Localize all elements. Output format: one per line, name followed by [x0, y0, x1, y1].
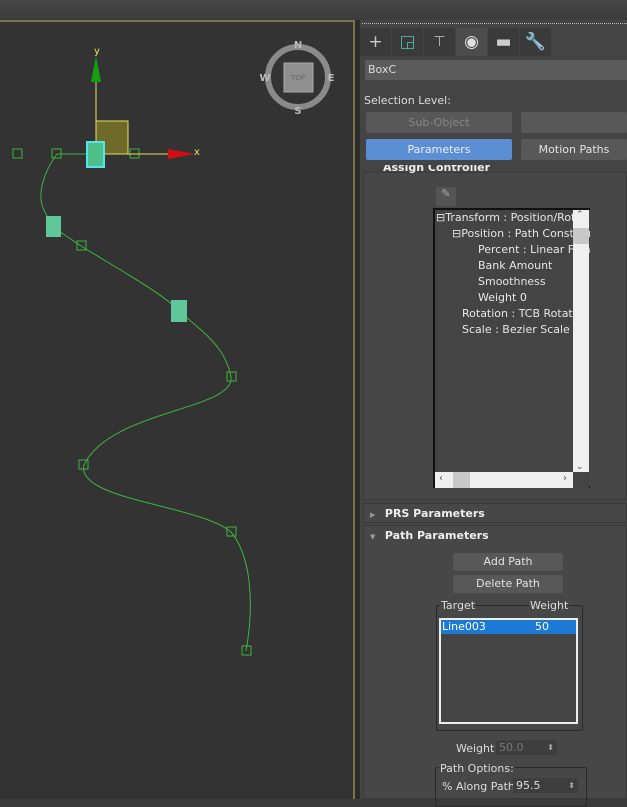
- assign-controller-button[interactable]: ✎: [436, 187, 456, 206]
- tab-create[interactable]: +: [360, 28, 391, 56]
- motion-icon: ◉: [464, 32, 479, 52]
- parameters-button[interactable]: Parameters: [366, 139, 512, 160]
- tree-horizontal-scrollbar[interactable]: ‹ ›: [435, 472, 573, 488]
- sub-object-dropdown[interactable]: [521, 112, 627, 133]
- tree-item[interactable]: ⊟Position : Path Constraint: [452, 227, 590, 240]
- spline-vertex: [226, 526, 237, 537]
- wrench-icon: 🔧: [524, 32, 547, 52]
- tab-motion[interactable]: ◉: [456, 28, 487, 56]
- tab-hierarchy[interactable]: ⊤: [424, 28, 455, 56]
- axis-y-arrow: [91, 56, 101, 82]
- sub-object-button[interactable]: Sub-Object: [366, 112, 512, 133]
- weight-column-header: Weight: [529, 599, 570, 612]
- panel-grip[interactable]: [362, 23, 627, 26]
- expanded-arrow-icon: ▼: [370, 533, 376, 541]
- tree-item[interactable]: Bank Amount: [478, 259, 552, 272]
- scroll-thumb[interactable]: [453, 472, 470, 488]
- tree-item-text: Transform : Position/Rotation/Scale: [445, 211, 590, 224]
- tree-item-text: Position : Path Constraint: [461, 227, 590, 240]
- axis-x-label: x: [194, 147, 200, 158]
- collapsed-arrow-icon: ▶: [370, 511, 376, 519]
- path-parameters-title: Path Parameters: [384, 529, 489, 542]
- prs-parameters-title: PRS Parameters: [384, 507, 485, 520]
- path-options-label: Path Options:: [439, 762, 515, 775]
- viewport-canvas[interactable]: x y TOP N S W E: [0, 0, 353, 799]
- selection-level-label: Selection Level:: [364, 94, 451, 107]
- plus-icon: +: [368, 32, 383, 52]
- along-path-label: % Along Path:: [442, 780, 519, 793]
- tree-item[interactable]: Scale : Bezier Scale: [462, 323, 570, 336]
- svg-text:E: E: [328, 73, 335, 84]
- tree-item[interactable]: Rotation : TCB Rotation: [462, 307, 590, 320]
- spline-vertex: [12, 148, 23, 159]
- selected-box-boxc: [86, 141, 105, 168]
- tab-display[interactable]: ▬: [488, 28, 519, 56]
- scroll-corner: [573, 472, 589, 488]
- svg-text:TOP: TOP: [290, 74, 305, 82]
- motion-paths-button[interactable]: Motion Paths: [521, 139, 627, 160]
- spinner-arrows-icon: ⬍: [547, 743, 554, 752]
- display-icon: ▬: [495, 32, 512, 52]
- tab-utilities[interactable]: 🔧: [520, 28, 551, 56]
- add-path-button[interactable]: Add Path: [453, 553, 563, 571]
- tab-modify[interactable]: ◲: [392, 28, 423, 56]
- tree-item-text: ⊟: [436, 211, 446, 224]
- path-parameters-header[interactable]: ▼ Path Parameters: [364, 526, 626, 542]
- target-list[interactable]: Line003 50: [439, 618, 578, 724]
- list-item[interactable]: Line003 50: [441, 620, 576, 634]
- scroll-thumb[interactable]: [573, 228, 589, 244]
- command-panel: + ◲ ⊤ ◉ ▬ 🔧 BoxC Selection Level: Sub-Ob…: [360, 20, 627, 807]
- delete-path-button[interactable]: Delete Path: [453, 575, 563, 593]
- axis-y-label: y: [94, 46, 100, 57]
- target-weight: 50: [535, 620, 549, 633]
- prs-parameters-rollout[interactable]: ▶ PRS Parameters: [363, 503, 627, 523]
- command-panel-tabs: + ◲ ⊤ ◉ ▬ 🔧: [360, 28, 551, 56]
- box-object: [46, 216, 61, 237]
- weight-spinner[interactable]: 50.0 ⬍: [496, 740, 557, 755]
- box-object: [171, 300, 187, 322]
- tree-item[interactable]: Weight 0: [478, 291, 527, 304]
- hierarchy-icon: ⊤: [433, 34, 446, 50]
- along-path-spinner[interactable]: 95.5 ⬍: [513, 778, 578, 793]
- tree-item[interactable]: ⊟Transform : Position/Rotation/Scale: [436, 211, 590, 224]
- tree-item[interactable]: Smoothness: [478, 275, 546, 288]
- viewcube[interactable]: TOP N S W E: [259, 40, 334, 117]
- spinner-arrows-icon: ⬍: [568, 781, 575, 790]
- spline-line003: [40, 153, 251, 652]
- svg-text:W: W: [259, 73, 270, 84]
- target-column-header: Target: [440, 599, 477, 612]
- axis-x-arrow: [168, 149, 195, 159]
- object-name-field[interactable]: BoxC: [365, 60, 627, 80]
- modify-icon: ◲: [399, 32, 416, 52]
- weight-label: Weight: [456, 742, 495, 755]
- assign-icon: ✎: [441, 187, 451, 200]
- controller-tree[interactable]: ⊟Transform : Position/Rotation/Scale ⊟Po…: [433, 208, 590, 488]
- svg-text:N: N: [294, 40, 302, 51]
- assign-controller-title: Assign Controller: [383, 165, 491, 174]
- svg-text:S: S: [294, 106, 301, 117]
- viewport-top[interactable]: x y TOP N S W E: [0, 20, 355, 799]
- tree-vertical-scrollbar[interactable]: ⌃ ⌄: [573, 210, 589, 472]
- target-name: Line003: [442, 620, 486, 633]
- tree-item-text: ⊟: [452, 227, 462, 240]
